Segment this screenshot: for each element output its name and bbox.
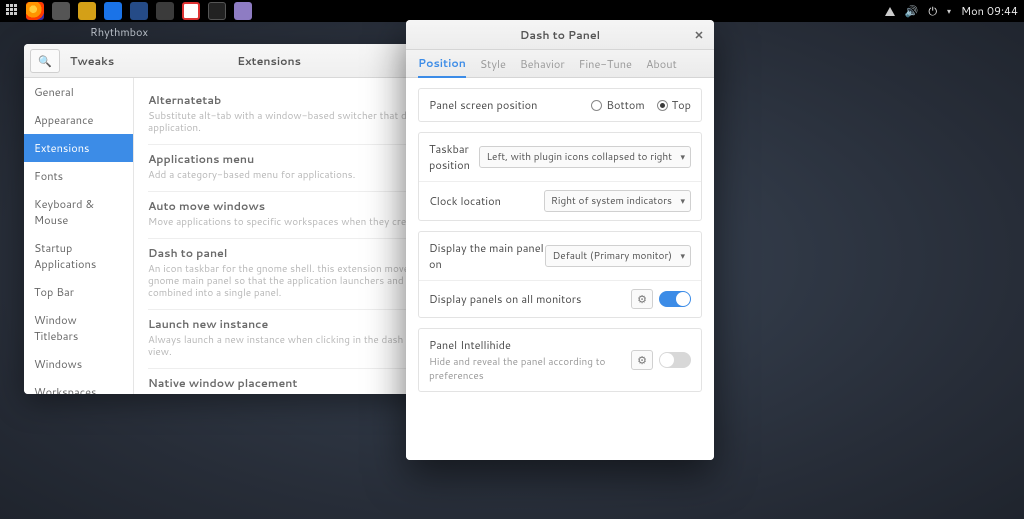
radio-top-label: Top — [672, 97, 691, 113]
sidebar-item-top-bar[interactable]: Top Bar — [24, 278, 133, 306]
screen-position-label: Panel screen position — [429, 97, 591, 113]
document-icon[interactable] — [104, 2, 122, 20]
top-bar: 🔊 ⏻ ▾ Mon 09:44 — [0, 0, 1024, 22]
radio-bottom[interactable]: Bottom — [591, 97, 644, 113]
running-app-label[interactable]: Rhythmbox — [90, 24, 148, 40]
search-icon: 🔍 — [38, 53, 52, 69]
layout-group: Taskbar position Left, with plugin icons… — [418, 132, 702, 221]
gear-icon: ⚙ — [637, 291, 647, 307]
display-main-dropdown[interactable]: Default (Primary monitor) — [545, 245, 691, 267]
tweaks-title: Tweaks — [70, 53, 114, 69]
screen-position-row: Panel screen position Bottom Top — [419, 89, 701, 121]
taskbar-position-row: Taskbar position Left, with plugin icons… — [419, 133, 701, 182]
steam-icon[interactable] — [52, 2, 70, 20]
sidebar-item-startup-applications[interactable]: Startup Applications — [24, 234, 133, 278]
dash-to-panel-dialog: Dash to Panel ✕ Position Style Behavior Fin… — [406, 20, 714, 460]
chevron-down-icon: ▾ — [947, 5, 951, 17]
intellihide-settings-button[interactable]: ⚙ — [631, 350, 653, 370]
display-all-label: Display panels on all monitors — [429, 291, 631, 307]
intellihide-label: Panel Intellihide Hide and reveal the pa… — [429, 337, 631, 383]
tab-style[interactable]: Style — [480, 50, 506, 77]
radio-bottom-label: Bottom — [606, 97, 644, 113]
screen-position-radios: Bottom Top — [591, 97, 691, 113]
sidebar-item-window-titlebars[interactable]: Window Titlebars — [24, 306, 133, 350]
sidebar-item-general[interactable]: General — [24, 78, 133, 106]
intellihide-title: Panel Intellihide — [429, 337, 631, 353]
gear-icon: ⚙ — [637, 352, 647, 368]
close-icon: ✕ — [694, 27, 703, 43]
radio-top[interactable]: Top — [657, 97, 691, 113]
clock-location-row: Clock location Right of system indicator… — [419, 182, 701, 220]
rhythmbox-icon[interactable] — [78, 2, 96, 20]
clock-location-label: Clock location — [429, 193, 544, 209]
system-status-area[interactable]: 🔊 ⏻ ▾ Mon 09:44 — [885, 3, 1018, 19]
terminal-icon[interactable] — [208, 2, 226, 20]
search-button[interactable]: 🔍 — [30, 49, 60, 73]
sidebar-item-windows[interactable]: Windows — [24, 350, 133, 378]
taskbar-position-label: Taskbar position — [429, 141, 479, 173]
taskbar-position-dropdown[interactable]: Left, with plugin icons collapsed to rig… — [479, 146, 691, 168]
tab-fine-tune[interactable]: Fine-Tune — [579, 50, 632, 77]
firefox-icon[interactable] — [26, 2, 44, 20]
intellihide-group: Panel Intellihide Hide and reveal the pa… — [418, 328, 702, 392]
dtp-tabs: Position Style Behavior Fine-Tune About — [406, 50, 714, 78]
sidebar-item-appearance[interactable]: Appearance — [24, 106, 133, 134]
software-icon[interactable] — [156, 2, 174, 20]
pinned-apps — [26, 2, 252, 20]
display-main-row: Display the main panel on Default (Prima… — [419, 232, 701, 281]
tab-behavior[interactable]: Behavior — [520, 50, 565, 77]
intellihide-subtitle: Hide and reveal the panel according to p… — [429, 355, 631, 383]
network-icon — [885, 7, 895, 16]
app-icon[interactable] — [234, 2, 252, 20]
display-main-label: Display the main panel on — [429, 240, 545, 272]
clock-location-dropdown[interactable]: Right of system indicators — [544, 190, 691, 212]
display-all-row: Display panels on all monitors ⚙ — [419, 281, 701, 317]
sidebar-item-keyboard-mouse[interactable]: Keyboard & Mouse — [24, 190, 133, 234]
dtp-headerbar: Dash to Panel ✕ — [406, 20, 714, 50]
tweaks-sidebar: GeneralAppearanceExtensionsFontsKeyboard… — [24, 78, 134, 394]
tab-about[interactable]: About — [646, 50, 677, 77]
display-all-settings-button[interactable]: ⚙ — [631, 289, 653, 309]
close-button[interactable]: ✕ — [690, 26, 708, 44]
sidebar-item-workspaces[interactable]: Workspaces — [24, 378, 133, 394]
intellihide-row: Panel Intellihide Hide and reveal the pa… — [419, 329, 701, 391]
display-group: Display the main panel on Default (Prima… — [418, 231, 702, 318]
sidebar-item-extensions[interactable]: Extensions — [24, 134, 133, 162]
power-icon: ⏻ — [928, 3, 937, 19]
applications-icon[interactable] — [6, 4, 20, 18]
audio-icon: 🔊 — [905, 3, 919, 19]
tab-position[interactable]: Position — [418, 49, 466, 78]
intellihide-switch[interactable] — [659, 352, 691, 368]
screen-position-group: Panel screen position Bottom Top — [418, 88, 702, 122]
sidebar-item-fonts[interactable]: Fonts — [24, 162, 133, 190]
files-icon[interactable] — [130, 2, 148, 20]
dtp-title: Dash to Panel — [520, 27, 600, 43]
clock-label[interactable]: Mon 09:44 — [961, 3, 1018, 19]
display-all-switch[interactable] — [659, 291, 691, 307]
help-icon[interactable] — [182, 2, 200, 20]
dtp-content: Panel screen position Bottom Top Taskbar… — [406, 78, 714, 460]
